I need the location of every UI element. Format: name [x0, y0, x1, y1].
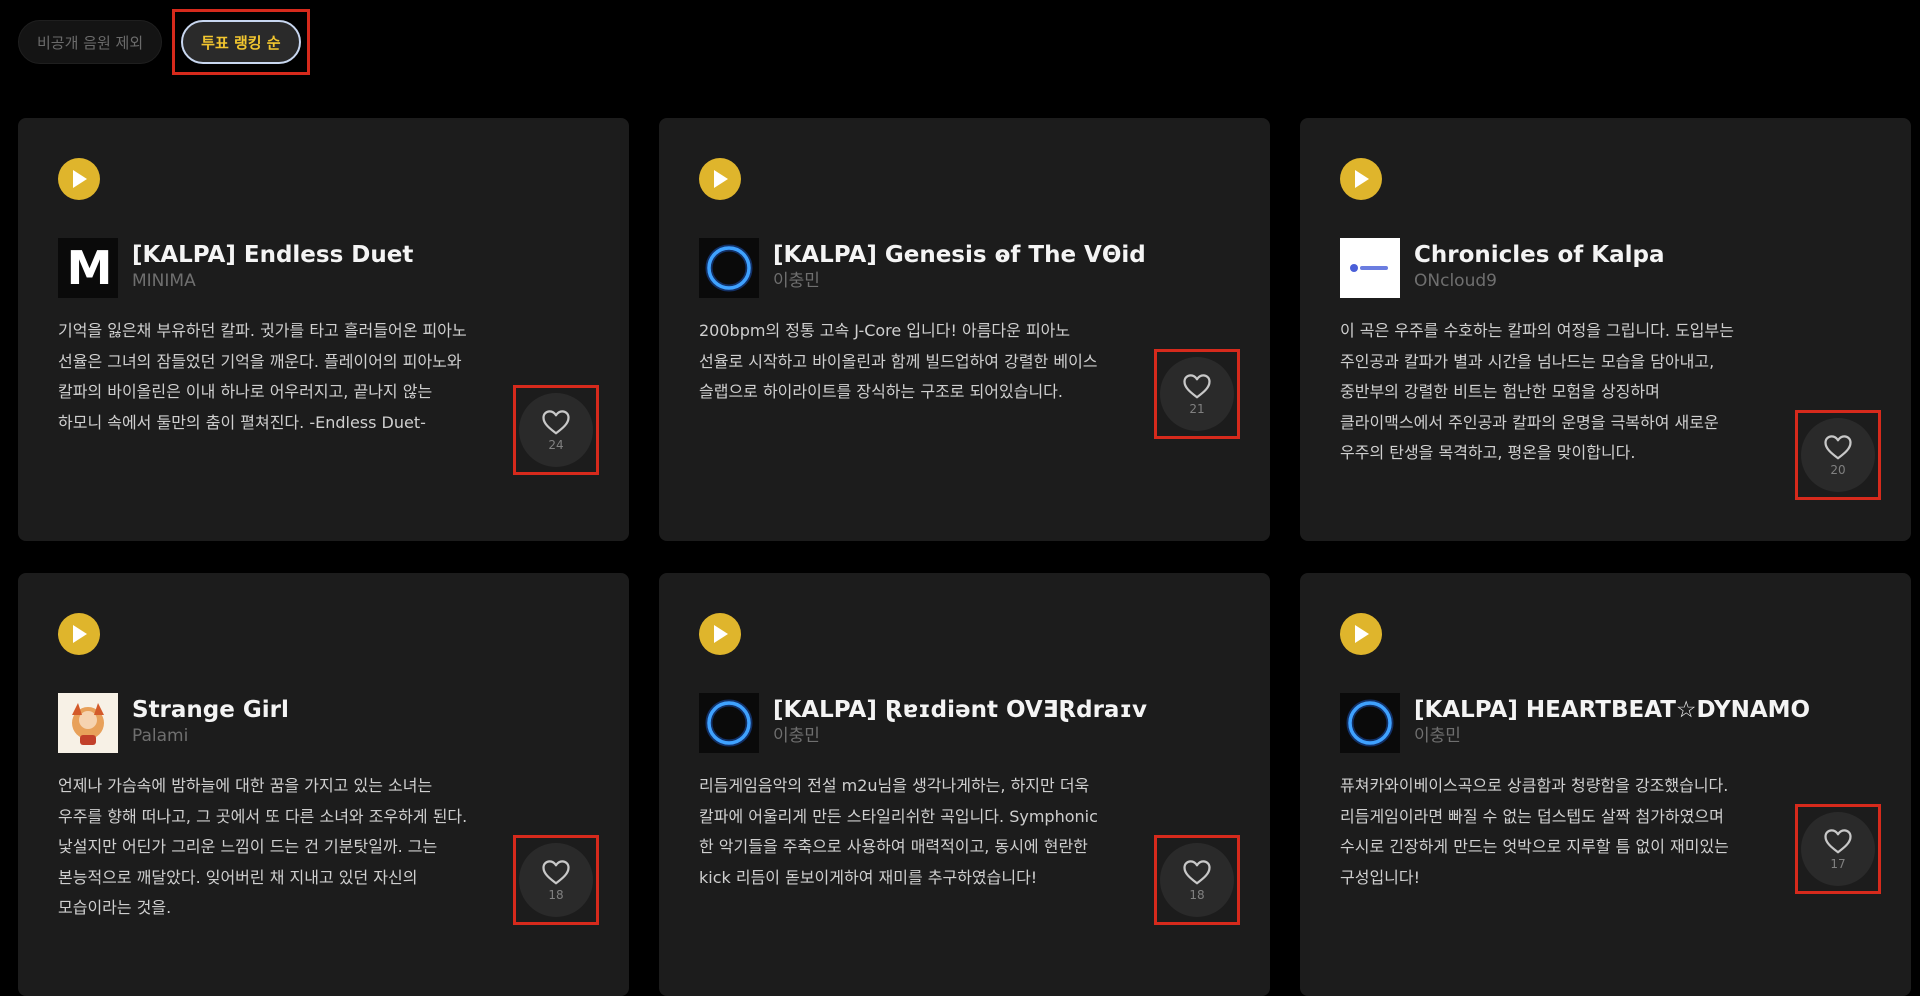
vote-button[interactable]: 18	[1160, 843, 1234, 917]
vote-button[interactable]: 18	[519, 843, 593, 917]
track-card: Strange Girl Palami 언제나 가슴속에 밤하늘에 대한 꿈을 …	[18, 573, 629, 996]
play-button[interactable]	[1340, 613, 1382, 655]
highlight-box: 18	[1154, 835, 1240, 925]
track-description: 기억을 잃은채 부유하던 칼파. 귓가를 타고 흘러들어온 피아노 선율은 그녀…	[58, 321, 467, 432]
play-icon	[73, 625, 87, 643]
track-thumbnail	[1340, 693, 1400, 753]
oncloud9-logo-icon	[1350, 264, 1388, 272]
sort-by-votes-chip[interactable]: 투표 랭킹 순	[181, 20, 301, 64]
blue-ring-icon	[705, 699, 753, 747]
play-icon	[714, 170, 728, 188]
track-artist: ONcloud9	[1414, 271, 1497, 291]
heart-icon	[1183, 374, 1211, 399]
track-artist: 이충민	[773, 271, 820, 291]
track-titles: Strange Girl Palami	[132, 693, 289, 747]
heart-icon	[1824, 435, 1852, 460]
track-artist: Palami	[132, 726, 189, 746]
play-button[interactable]	[58, 613, 100, 655]
track-header: M [KALPA] Endless Duet MINIMA	[58, 238, 589, 298]
highlight-box: 18	[513, 835, 599, 925]
vote-count: 21	[1189, 402, 1205, 416]
track-title[interactable]: Chronicles of Kalpa	[1414, 240, 1665, 270]
track-card: [KALPA] HEARTBEAT☆DYNAMO 이충민 퓨쳐카와이베이스곡으로…	[1300, 573, 1911, 996]
play-button[interactable]	[699, 613, 741, 655]
play-button[interactable]	[699, 158, 741, 200]
track-header: Chronicles of Kalpa ONcloud9	[1340, 238, 1871, 298]
play-icon	[1355, 625, 1369, 643]
track-titles: [KALPA] HEARTBEAT☆DYNAMO 이충민	[1414, 693, 1810, 747]
track-thumbnail	[1340, 238, 1400, 298]
exclude-private-filter-chip[interactable]: 비공개 음원 제외	[18, 20, 163, 64]
track-artist: 이충민	[773, 726, 820, 746]
heart-icon	[1183, 860, 1211, 885]
track-card: Chronicles of Kalpa ONcloud9 이 곡은 우주를 수호…	[1300, 118, 1911, 541]
track-title[interactable]: [KALPA] Endless Duet	[132, 240, 413, 270]
filter-bar: 비공개 음원 제외 투표 랭킹 순	[18, 9, 310, 75]
track-description: 이 곡은 우주를 수호하는 칼파의 여정을 그립니다. 도입부는 주인공과 칼파…	[1340, 321, 1734, 462]
track-header: [KALPA] HEARTBEAT☆DYNAMO 이충민	[1340, 693, 1871, 753]
vote-count: 20	[1830, 463, 1846, 477]
track-grid: M [KALPA] Endless Duet MINIMA 기억을 잃은채 부유…	[18, 118, 1911, 996]
track-thumbnail	[699, 693, 759, 753]
track-thumbnail: M	[58, 238, 118, 298]
heart-icon	[542, 410, 570, 435]
track-description: 언제나 가슴속에 밤하늘에 대한 꿈을 가지고 있는 소녀는 우주를 향해 떠나…	[58, 776, 468, 917]
vote-count: 18	[1189, 888, 1205, 902]
blue-ring-icon	[705, 244, 753, 292]
highlight-box: 24	[513, 385, 599, 475]
play-button[interactable]	[1340, 158, 1382, 200]
play-icon	[1355, 170, 1369, 188]
vote-button[interactable]: 24	[519, 393, 593, 467]
track-header: [KALPA] Genesis ⱺf The VΘid 이충민	[699, 238, 1230, 298]
track-titles: Chronicles of Kalpa ONcloud9	[1414, 238, 1665, 292]
vote-button[interactable]: 20	[1801, 418, 1875, 492]
vote-count: 24	[548, 438, 564, 452]
highlight-box: 20	[1795, 410, 1881, 500]
character-art-icon	[72, 703, 104, 745]
track-title[interactable]: [KALPA] Genesis ⱺf The VΘid	[773, 240, 1146, 270]
track-title[interactable]: Strange Girl	[132, 695, 289, 725]
track-card: [KALPA] Ɽɐɪdiənt OVƎⱤdraɪv 이충민 리듬게임음악의 전…	[659, 573, 1270, 996]
track-titles: [KALPA] Ɽɐɪdiənt OVƎⱤdraɪv 이충민	[773, 693, 1147, 747]
track-header: [KALPA] Ɽɐɪdiənt OVƎⱤdraɪv 이충민	[699, 693, 1230, 753]
play-button[interactable]	[58, 158, 100, 200]
minima-logo-icon: M	[66, 241, 113, 295]
track-title[interactable]: [KALPA] HEARTBEAT☆DYNAMO	[1414, 695, 1810, 725]
sort-by-votes-label: 투표 랭킹 순	[201, 33, 281, 52]
track-description: 200bpm의 정통 고속 J-Core 입니다! 아름다운 피아노 선율로 시…	[699, 321, 1098, 401]
vote-button[interactable]: 21	[1160, 357, 1234, 431]
track-description: 퓨쳐카와이베이스곡으로 상큼함과 청량함을 강조했습니다. 리듬게임이라면 빠질…	[1340, 776, 1729, 887]
track-card: M [KALPA] Endless Duet MINIMA 기억을 잃은채 부유…	[18, 118, 629, 541]
vote-count: 17	[1830, 857, 1846, 871]
heart-icon	[542, 860, 570, 885]
play-icon	[73, 170, 87, 188]
track-titles: [KALPA] Genesis ⱺf The VΘid 이충민	[773, 238, 1146, 292]
highlight-box: 21	[1154, 349, 1240, 439]
track-thumbnail	[58, 693, 118, 753]
track-artist: MINIMA	[132, 271, 196, 291]
vote-count: 18	[548, 888, 564, 902]
track-titles: [KALPA] Endless Duet MINIMA	[132, 238, 413, 292]
heart-icon	[1824, 829, 1852, 854]
play-icon	[714, 625, 728, 643]
track-artist: 이충민	[1414, 726, 1461, 746]
highlight-box: 17	[1795, 804, 1881, 894]
blue-ring-icon	[1346, 699, 1394, 747]
highlight-box: 투표 랭킹 순	[172, 9, 310, 75]
track-title[interactable]: [KALPA] Ɽɐɪdiənt OVƎⱤdraɪv	[773, 695, 1147, 725]
exclude-private-filter-label: 비공개 음원 제외	[37, 33, 144, 52]
track-description: 리듬게임음악의 전설 m2u님을 생각나게하는, 하지만 더욱 칼파에 어울리게…	[699, 776, 1098, 887]
vote-button[interactable]: 17	[1801, 812, 1875, 886]
track-header: Strange Girl Palami	[58, 693, 589, 753]
track-card: [KALPA] Genesis ⱺf The VΘid 이충민 200bpm의 …	[659, 118, 1270, 541]
track-thumbnail	[699, 238, 759, 298]
